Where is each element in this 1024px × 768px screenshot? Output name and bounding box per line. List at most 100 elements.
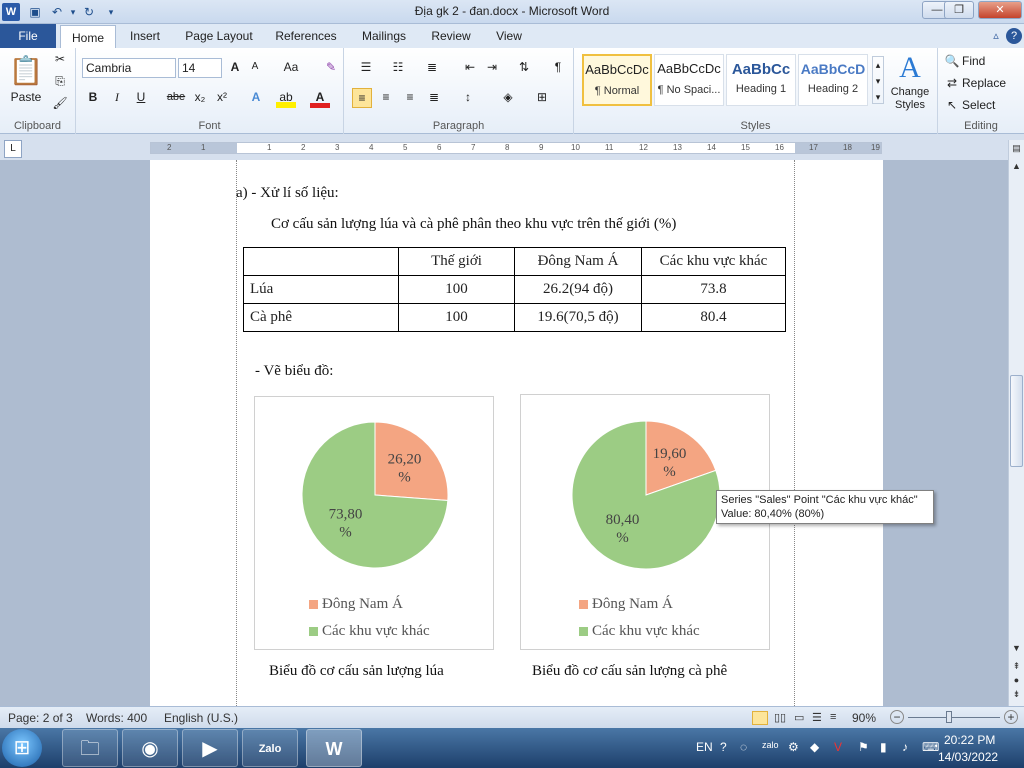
word-taskbar-icon[interactable]: W <box>306 729 362 767</box>
tab-review[interactable]: Review <box>424 24 478 48</box>
cut-icon[interactable]: ✂ <box>50 50 70 70</box>
change-case-button[interactable]: Aa <box>278 58 304 78</box>
styles-scroll-icon[interactable]: ▴ ▾ ▾ <box>872 56 884 104</box>
antivirus-tray-icon[interactable]: V <box>834 740 842 754</box>
word-count[interactable]: Words: 400 <box>86 711 147 725</box>
tray-icon[interactable]: ◌ <box>740 740 747 754</box>
change-styles-button[interactable]: Change Styles <box>884 86 936 114</box>
sort-icon[interactable]: ⇅ <box>514 58 534 78</box>
grow-font-button[interactable]: A <box>226 58 244 78</box>
horizontal-ruler[interactable]: 2 1 1 2 3 4 5 6 7 8 9 10 11 12 13 14 15 … <box>150 142 882 154</box>
keyboard-tray-icon[interactable]: ⌨ <box>922 740 939 754</box>
superscript-button[interactable]: x² <box>212 88 232 108</box>
scroll-thumb[interactable] <box>1010 375 1023 467</box>
borders-icon[interactable]: ⊞ <box>530 88 554 108</box>
start-button-icon[interactable]: ⊞ <box>2 729 42 767</box>
align-right-icon[interactable]: ≡ <box>400 88 420 108</box>
zalo-tray-icon[interactable]: zalo <box>762 740 779 750</box>
style-heading-1[interactable]: AaBbCc Heading 1 <box>726 54 796 106</box>
paste-icon[interactable]: 📋 <box>6 52 46 90</box>
font-color-icon[interactable]: A <box>310 88 330 108</box>
shrink-font-button[interactable]: A <box>246 58 264 78</box>
copy-icon[interactable]: ⎘ <box>50 72 70 92</box>
file-explorer-icon[interactable]: 🗀 <box>62 729 118 767</box>
next-page-icon[interactable]: ⇟ <box>1009 686 1024 702</box>
clock-date[interactable]: 14/03/2022 <box>938 750 998 764</box>
text-effects-icon[interactable]: A <box>246 88 266 108</box>
italic-button[interactable]: I <box>108 88 126 108</box>
zoom-level[interactable]: 90% <box>852 711 876 725</box>
scroll-down-icon[interactable]: ▼ <box>1009 640 1024 656</box>
align-center-icon[interactable]: ≡ <box>376 88 396 108</box>
zoom-app-icon[interactable]: ▶ <box>182 729 238 767</box>
vertical-scrollbar[interactable]: ▤ ▲ ▼ ⇞ ● ⇟ <box>1008 140 1024 706</box>
line-spacing-icon[interactable]: ↕ <box>456 88 480 108</box>
increase-indent-icon[interactable]: ⇥ <box>482 58 502 78</box>
zoom-slider-thumb[interactable] <box>946 711 952 723</box>
scroll-up-icon[interactable]: ▲ <box>1009 158 1024 174</box>
tab-page-layout[interactable]: Page Layout <box>178 24 260 48</box>
bold-button[interactable]: B <box>84 88 102 108</box>
change-styles-icon[interactable]: A <box>890 50 930 86</box>
strikethrough-button[interactable]: abe <box>164 88 188 108</box>
font-size-select[interactable]: 14 <box>178 58 222 78</box>
underline-button[interactable]: U <box>132 88 150 108</box>
clear-formatting-icon[interactable]: ✎ <box>322 58 340 78</box>
chart-rice[interactable]: 26,20% 73,80% Đông Nam Á Các khu vực khác <box>254 396 494 650</box>
bullets-icon[interactable]: ☰ <box>354 58 378 78</box>
paste-button[interactable]: Paste <box>4 88 48 108</box>
ruler-toggle-icon[interactable]: ▤ <box>1009 140 1024 156</box>
settings-tray-icon[interactable]: ⚙ <box>788 740 799 754</box>
font-family-select[interactable]: Cambria <box>82 58 176 78</box>
help-tray-icon[interactable]: ? <box>720 740 727 754</box>
select-icon[interactable]: ↖ <box>944 96 960 116</box>
show-marks-icon[interactable]: ¶ <box>548 58 568 78</box>
zoom-out-icon[interactable]: − <box>890 710 904 724</box>
close-button[interactable]: ✕ <box>978 1 1022 19</box>
page-count[interactable]: Page: 2 of 3 <box>8 711 73 725</box>
network-tray-icon[interactable]: ▮ <box>880 740 887 754</box>
tab-selector-icon[interactable]: L <box>4 140 22 158</box>
flag-tray-icon[interactable]: ⚑ <box>858 740 869 754</box>
tab-mailings[interactable]: Mailings <box>352 24 416 48</box>
language-bar[interactable]: EN <box>696 740 713 754</box>
language-indicator[interactable]: English (U.S.) <box>164 711 238 725</box>
align-left-icon[interactable]: ≡ <box>352 88 372 108</box>
full-screen-reading-icon[interactable]: ▯▯ <box>774 711 786 724</box>
select-button[interactable]: Select <box>962 96 1012 116</box>
decrease-indent-icon[interactable]: ⇤ <box>460 58 480 78</box>
subscript-button[interactable]: x₂ <box>190 88 210 108</box>
tab-view[interactable]: View <box>486 24 532 48</box>
volume-tray-icon[interactable]: ♪ <box>902 740 908 754</box>
web-layout-icon[interactable]: ▭ <box>794 711 804 724</box>
justify-icon[interactable]: ≣ <box>424 88 444 108</box>
print-layout-view-icon[interactable] <box>752 711 768 725</box>
find-icon[interactable]: 🔍 <box>944 52 960 72</box>
tab-home[interactable]: Home <box>60 25 116 49</box>
zalo-app-icon[interactable]: Zalo <box>242 729 298 767</box>
format-painter-icon[interactable]: 🖌 <box>50 94 70 114</box>
replace-icon[interactable]: ⇄ <box>944 74 960 94</box>
multilevel-list-icon[interactable]: ≣ <box>420 58 444 78</box>
tray-app-icon[interactable]: ◆ <box>810 740 819 754</box>
zoom-in-icon[interactable]: + <box>1004 710 1018 724</box>
numbering-icon[interactable]: ☷ <box>386 58 410 78</box>
style-normal[interactable]: AaBbCcDc ¶ Normal <box>582 54 652 106</box>
restore-button[interactable]: ❐ <box>944 1 974 19</box>
tab-references[interactable]: References <box>270 24 342 48</box>
highlight-icon[interactable]: ab <box>276 88 296 108</box>
minimize-ribbon-icon[interactable]: ▵ <box>988 28 1004 44</box>
help-icon[interactable]: ? <box>1006 28 1022 44</box>
outline-view-icon[interactable]: ☰ <box>812 711 822 724</box>
style-heading-2[interactable]: AaBbCcD Heading 2 <box>798 54 868 106</box>
find-button[interactable]: Find <box>962 52 1006 72</box>
replace-button[interactable]: Replace <box>962 74 1018 94</box>
style-no-spacing[interactable]: AaBbCcDc ¶ No Spaci... <box>654 54 724 106</box>
zoom-slider[interactable] <box>908 717 1000 718</box>
tab-insert[interactable]: Insert <box>122 24 168 48</box>
chrome-icon[interactable]: ◉ <box>122 729 178 767</box>
tab-file[interactable]: File <box>0 24 56 48</box>
draft-view-icon[interactable]: ≡ <box>830 711 836 723</box>
shading-icon[interactable]: ◈ <box>496 88 520 108</box>
clock-time[interactable]: 20:22 PM <box>944 733 995 747</box>
